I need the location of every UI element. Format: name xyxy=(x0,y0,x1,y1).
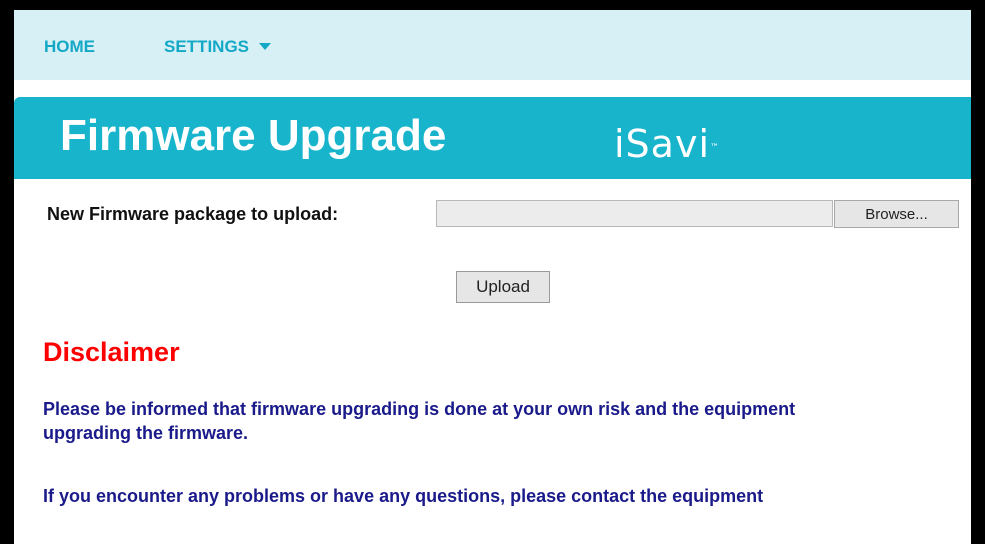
page-banner: Firmware Upgrade iSavi™ xyxy=(14,97,971,179)
brand-logo: iSavi™ xyxy=(614,122,720,166)
page-title: Firmware Upgrade xyxy=(60,111,447,160)
chevron-down-icon xyxy=(259,43,272,51)
disclaimer-risk-line2: upgrading the firmware. xyxy=(43,423,249,443)
nav-settings-label: SETTINGS xyxy=(164,37,250,56)
browser-viewport: HOME SETTINGS Firmware Upgrade iSavi™ Ne… xyxy=(14,10,971,544)
disclaimer-heading: Disclaimer xyxy=(43,337,180,367)
trademark-symbol: ™ xyxy=(710,143,721,153)
firmware-upload-label: New Firmware package to upload: xyxy=(47,204,339,224)
firmware-file-input[interactable] xyxy=(436,200,833,227)
nav-settings-menu[interactable]: SETTINGS xyxy=(164,37,272,57)
nav-home-link[interactable]: HOME xyxy=(44,37,95,57)
browse-button[interactable]: Browse... xyxy=(834,200,959,228)
top-navigation-bar: HOME SETTINGS xyxy=(14,10,971,80)
disclaimer-risk-line1: Please be informed that firmware upgradi… xyxy=(43,399,796,419)
brand-name: iSavi xyxy=(614,122,711,166)
disclaimer-paragraph-contact: If you encounter any problems or have an… xyxy=(43,486,764,506)
disclaimer-paragraph-risk: Please be informed that firmware upgradi… xyxy=(43,397,795,445)
upload-button[interactable]: Upload xyxy=(456,271,550,303)
